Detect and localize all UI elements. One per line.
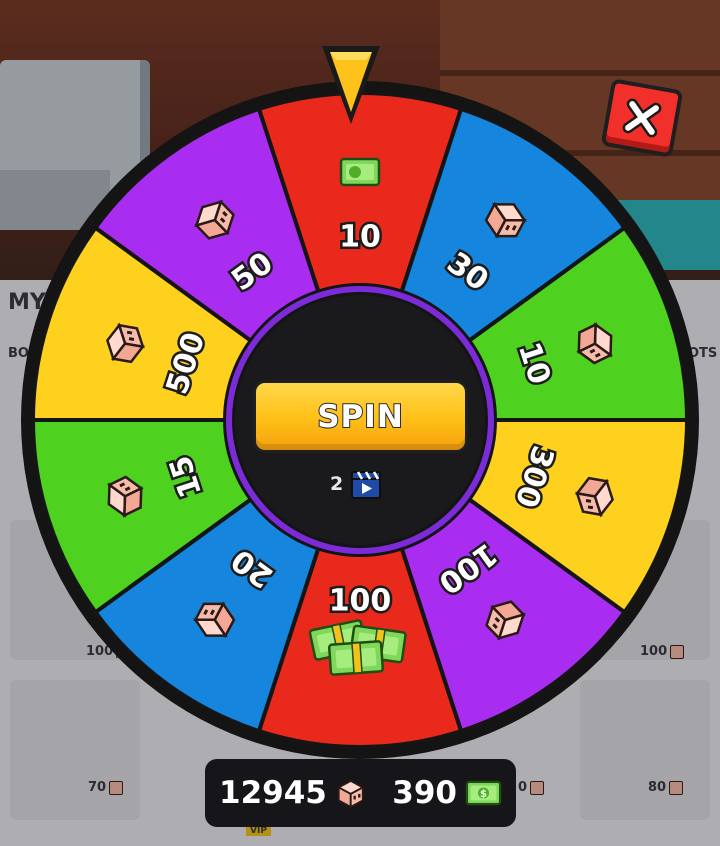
wheel-segment-value: 100	[329, 584, 392, 619]
wheel-segment-value: 10	[339, 220, 381, 255]
ads-count: 2	[330, 473, 344, 495]
video-clapper-icon	[351, 471, 382, 499]
cash-bill-icon: $	[465, 780, 502, 806]
spin-button-label: SPIN	[316, 398, 404, 436]
cash-bill-icon	[339, 157, 381, 187]
ads-remaining: 2	[330, 466, 390, 502]
cube-icon	[336, 779, 365, 809]
cube-balance: 12945	[219, 775, 327, 811]
svg-text:$: $	[480, 789, 487, 800]
wheel-pointer-icon	[322, 46, 380, 124]
spin-button[interactable]: SPIN	[253, 380, 468, 453]
close-x-icon	[622, 98, 662, 138]
close-button[interactable]	[600, 78, 684, 158]
cash-balance: 390	[392, 775, 457, 811]
currency-bar: 12945 390 $	[205, 759, 516, 827]
